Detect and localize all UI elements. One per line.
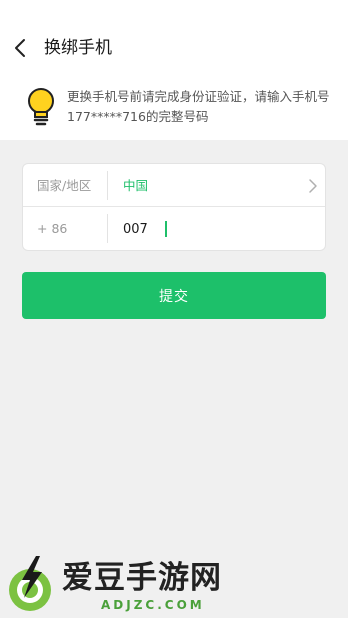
phone-row: + 86: [23, 207, 325, 250]
notice-text: 更换手机号前请完成身份证验证，请输入手机号177*****716的完整号码: [67, 89, 330, 124]
chevron-right-icon: [309, 179, 317, 193]
country-label: 国家/地区: [37, 178, 92, 193]
field-divider: [107, 171, 108, 200]
text-caret: [165, 221, 167, 237]
phone-input[interactable]: [121, 217, 311, 241]
watermark-domain: ADJZC.COM: [101, 598, 205, 612]
phone-form: 国家/地区 中国 + 86: [22, 163, 326, 251]
country-row[interactable]: 国家/地区 中国: [23, 164, 325, 207]
watermark-name: 爱豆手游网: [62, 560, 222, 596]
watermark: 爱豆手游网 ADJZC.COM: [6, 554, 256, 616]
back-button[interactable]: [6, 34, 34, 62]
lightbulb-icon: [28, 88, 54, 126]
dial-code: + 86: [37, 221, 68, 236]
submit-button[interactable]: 提交: [22, 272, 326, 319]
watermark-logo-icon: [9, 556, 51, 611]
top-panel: 换绑手机 更换手机号前请完成身份证验证，请输入手机号177*****716的完整…: [0, 0, 348, 140]
field-divider: [107, 214, 108, 243]
back-arrow-icon: [15, 39, 25, 57]
page-title: 换绑手机: [44, 38, 112, 58]
country-value: 中国: [123, 178, 149, 193]
